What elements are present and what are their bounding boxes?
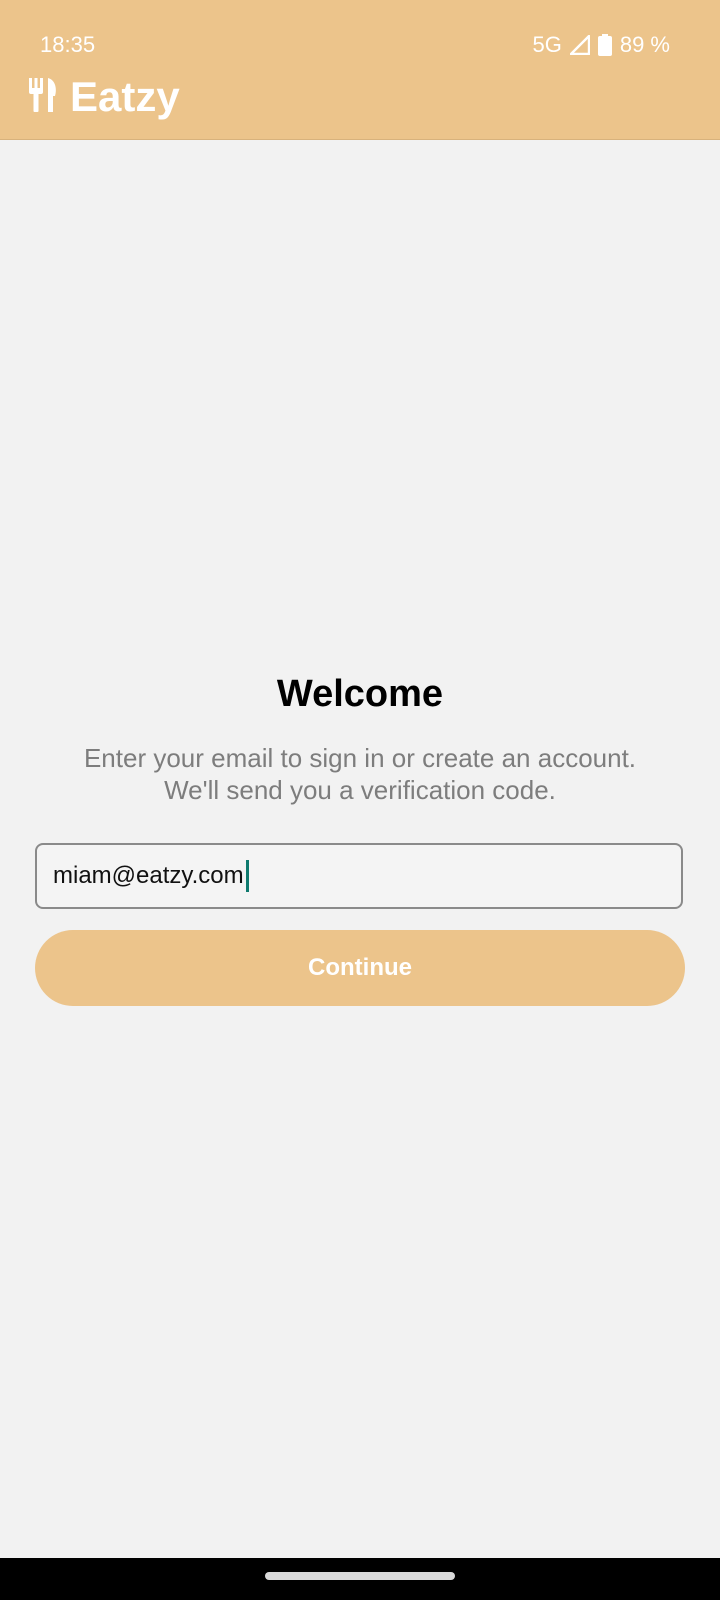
- status-time: 18:35: [40, 32, 96, 57]
- email-value: miam@eatzy.com: [53, 862, 244, 889]
- app-title-row: Eatzy: [28, 72, 180, 122]
- continue-button[interactable]: Continue: [35, 930, 685, 1006]
- subtitle: Enter your email to sign in or create an…: [0, 742, 720, 806]
- signal-icon: [569, 35, 590, 55]
- continue-label: Continue: [308, 954, 412, 981]
- battery-icon: [597, 34, 612, 56]
- home-indicator[interactable]: [265, 1572, 455, 1580]
- system-navigation-bar: [0, 1558, 720, 1600]
- subtitle-line-1: Enter your email to sign in or create an…: [83, 743, 637, 773]
- battery-percent: 89 %: [619, 32, 670, 57]
- welcome-section: Welcome Enter your email to sign in or c…: [0, 670, 720, 806]
- status-bar: 18:35 5G 89 %: [0, 28, 720, 64]
- subtitle-line-2: We'll send you a verification code.: [164, 775, 556, 805]
- email-field[interactable]: miam@eatzy.com: [35, 843, 683, 909]
- login-screen: 18:35 5G 89 % Eatzy Welcome Enter your e…: [0, 0, 720, 1600]
- app-title: Eatzy: [70, 73, 180, 120]
- text-cursor: [245, 860, 249, 892]
- app-header: 18:35 5G 89 % Eatzy: [0, 0, 720, 140]
- status-indicators: 5G 89 %: [532, 32, 670, 58]
- page-title: Welcome: [276, 673, 444, 715]
- fork-knife-icon: [28, 76, 58, 119]
- network-type: 5G: [532, 32, 562, 57]
